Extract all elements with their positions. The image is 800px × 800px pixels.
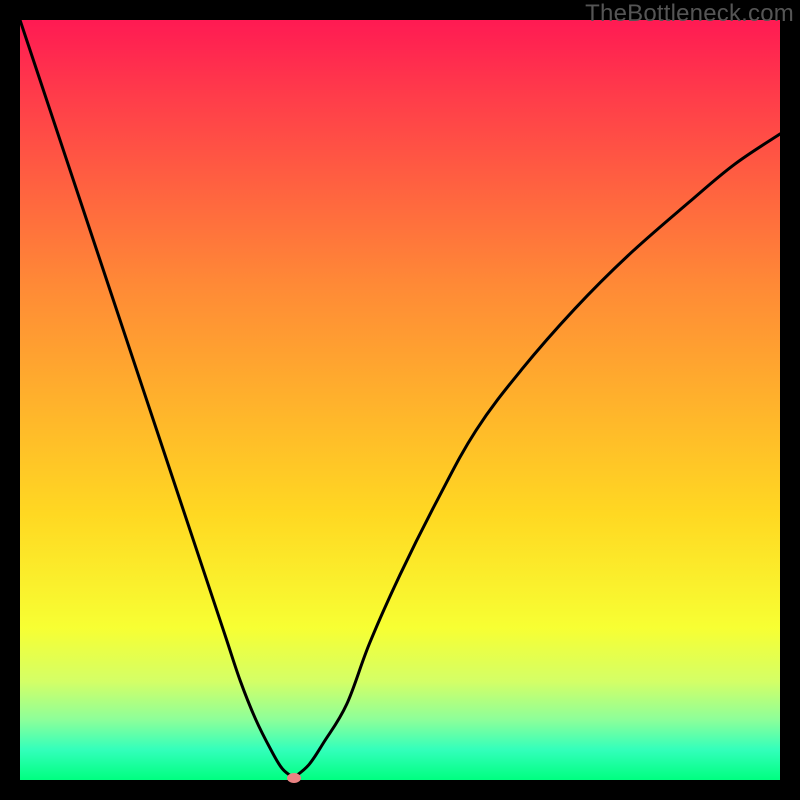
optimal-point-marker: [287, 773, 301, 783]
curve-right: [294, 134, 780, 778]
bottleneck-curve: [20, 20, 780, 780]
watermark-text: TheBottleneck.com: [585, 0, 794, 28]
chart-plot-area: [20, 20, 780, 780]
curve-left: [20, 20, 294, 778]
